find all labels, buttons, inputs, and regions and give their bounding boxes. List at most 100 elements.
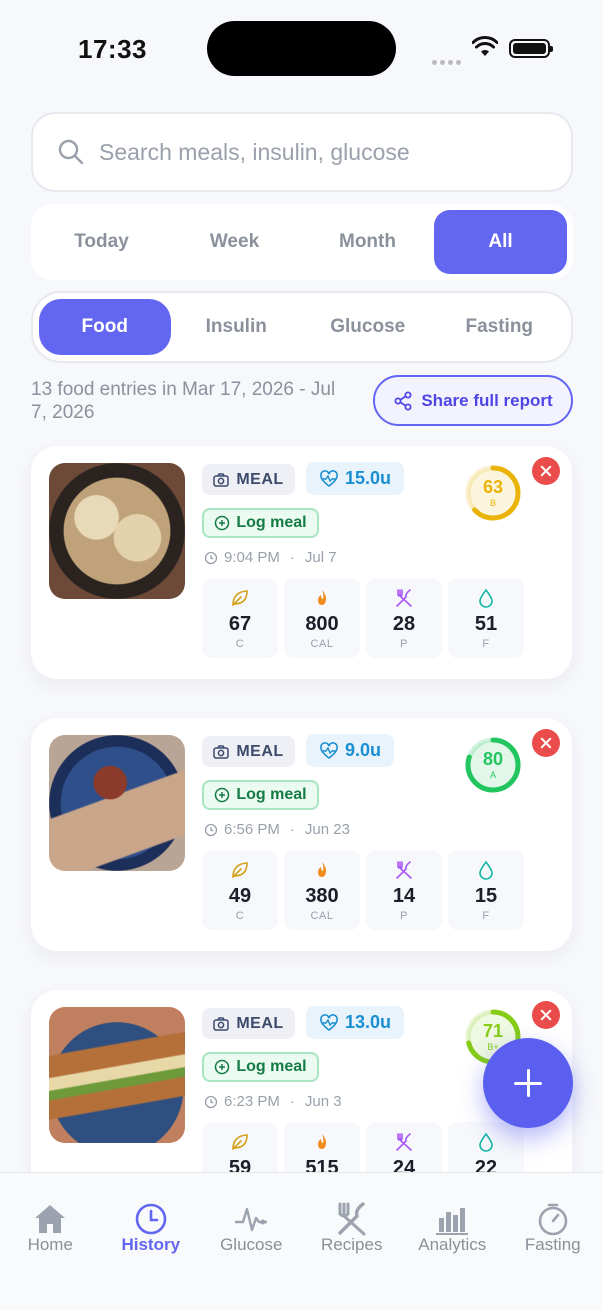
leaf-icon	[232, 590, 248, 606]
delete-entry-button[interactable]	[532, 729, 560, 757]
heart-pulse-icon	[320, 741, 338, 759]
drop-icon	[479, 1132, 493, 1152]
utensils-icon	[396, 861, 412, 879]
nutrient-value: 67	[228, 613, 252, 635]
score-value: 80	[482, 749, 504, 769]
tab-all[interactable]: All	[434, 210, 567, 274]
meal-photo[interactable]	[49, 735, 185, 871]
utensils-icon	[396, 589, 412, 607]
log-meal-button[interactable]: Log meal	[202, 1052, 319, 1082]
tab-label: Recipes	[321, 1235, 383, 1254]
nutrient-label: CAL	[310, 638, 334, 650]
flame-icon	[318, 862, 327, 877]
tab-food[interactable]: Food	[39, 299, 171, 355]
tab-label: Fasting	[524, 1235, 581, 1254]
entries-summary: 13 food entries in Mar 17, 2026 - Jul 7,…	[31, 379, 336, 423]
drop-icon	[479, 860, 493, 880]
nutrient-label: P	[400, 910, 408, 922]
plus-circle-icon	[215, 515, 230, 531]
tab-glucose[interactable]: Glucose	[302, 299, 434, 355]
flame-icon	[318, 1134, 327, 1149]
nutrient-value: 380	[305, 885, 339, 907]
nutrient-value: 15	[474, 885, 498, 907]
insulin-badge: 9.0u	[306, 734, 395, 767]
log-meal-button[interactable]: Log meal	[202, 508, 319, 538]
log-meal-label: Log meal	[236, 514, 307, 531]
plus-circle-icon	[215, 1059, 230, 1075]
log-meal-label: Log meal	[236, 786, 307, 803]
nutrient-label: P	[400, 638, 408, 650]
separator: ·	[289, 821, 295, 838]
meal-type-badge: MEAL	[202, 1008, 295, 1039]
add-entry-button[interactable]	[483, 1038, 573, 1128]
nutrient-tile: 14 P	[366, 850, 442, 930]
date-label: Jun 3	[304, 1093, 342, 1110]
insulin-dose: 15.0u	[345, 468, 392, 488]
clock-icon	[204, 1095, 218, 1108]
entry-time: 6:56 PM · Jun 23	[204, 821, 350, 838]
home-icon	[35, 1205, 66, 1233]
insulin-dose: 13.0u	[345, 1012, 392, 1032]
tab-week[interactable]: Week	[168, 210, 301, 274]
tab-insulin[interactable]: Insulin	[171, 299, 303, 355]
signal-icon	[432, 52, 464, 65]
status-time: 17:33	[78, 34, 147, 64]
meal-photo[interactable]	[49, 463, 185, 599]
heart-pulse-icon	[320, 469, 338, 487]
tab-fasting-nav[interactable]: Fasting	[503, 1173, 603, 1311]
nutrient-label: CAL	[310, 910, 334, 922]
clock-icon	[204, 551, 218, 564]
tab-home[interactable]: Home	[0, 1173, 101, 1311]
tab-label: Analytics	[418, 1235, 487, 1254]
meal-entry-card[interactable]: MEAL 9.0u Log meal 6:56 PM · Jun 23 49 C…	[31, 718, 572, 951]
entry-time: 6:23 PM · Jun 3	[204, 1093, 342, 1110]
nutrients-row: 67 C 800 CAL 28 P 51 F	[202, 578, 524, 658]
meal-type-badge: MEAL	[202, 464, 295, 495]
nutrient-value: 51	[474, 613, 498, 635]
nutrient-tile: 15 F	[448, 850, 524, 930]
camera-icon	[213, 472, 230, 487]
entry-time: 9:04 PM · Jul 7	[204, 549, 337, 566]
leaf-icon	[232, 1134, 248, 1150]
tab-glucose-nav[interactable]: Glucose	[201, 1173, 302, 1311]
meal-score-ring: 63 B	[463, 463, 523, 523]
separator: ·	[289, 549, 295, 566]
nutrient-value: 14	[392, 885, 416, 907]
status-bar: 17:33	[0, 0, 603, 96]
nutrient-tile: 51 F	[448, 578, 524, 658]
camera-icon	[213, 744, 230, 759]
log-meal-label: Log meal	[236, 1058, 307, 1075]
log-meal-button[interactable]: Log meal	[202, 780, 319, 810]
insulin-dose: 9.0u	[345, 740, 382, 760]
delete-entry-button[interactable]	[532, 1001, 560, 1029]
tab-label: Home	[27, 1235, 73, 1254]
heart-pulse-icon	[320, 1013, 338, 1031]
search-input[interactable]: Search meals, insulin, glucose	[31, 112, 573, 192]
score-value: 63	[482, 477, 504, 497]
date-label: Jun 23	[304, 821, 350, 838]
utensils-icon	[396, 1133, 412, 1151]
dynamic-island	[207, 21, 396, 76]
tab-month[interactable]: Month	[301, 210, 434, 274]
nutrient-value: 800	[305, 613, 339, 635]
tab-analytics[interactable]: Analytics	[402, 1173, 503, 1311]
meal-photo[interactable]	[49, 1007, 185, 1143]
tab-history[interactable]: History	[101, 1173, 202, 1311]
share-report-button[interactable]: Share full report	[373, 375, 573, 426]
timer-icon	[538, 1203, 568, 1236]
tab-recipes[interactable]: Recipes	[302, 1173, 403, 1311]
period-filter: Today Week Month All	[31, 204, 573, 280]
meal-entry-card[interactable]: MEAL 15.0u Log meal 9:04 PM · Jul 7 67 C…	[31, 446, 572, 679]
nutrient-value: 28	[392, 613, 416, 635]
wifi-icon	[472, 36, 498, 56]
meal-type-label: MEAL	[236, 1014, 284, 1032]
nutrient-label: F	[482, 910, 490, 922]
share-icon	[394, 391, 412, 410]
tab-fasting[interactable]: Fasting	[434, 299, 566, 355]
score-grade: A	[489, 770, 496, 780]
delete-entry-button[interactable]	[532, 457, 560, 485]
nutrients-row: 49 C 380 CAL 14 P 15 F	[202, 850, 524, 930]
nutrient-label: C	[235, 910, 245, 922]
tab-today[interactable]: Today	[35, 210, 168, 274]
insulin-badge: 15.0u	[306, 462, 405, 495]
